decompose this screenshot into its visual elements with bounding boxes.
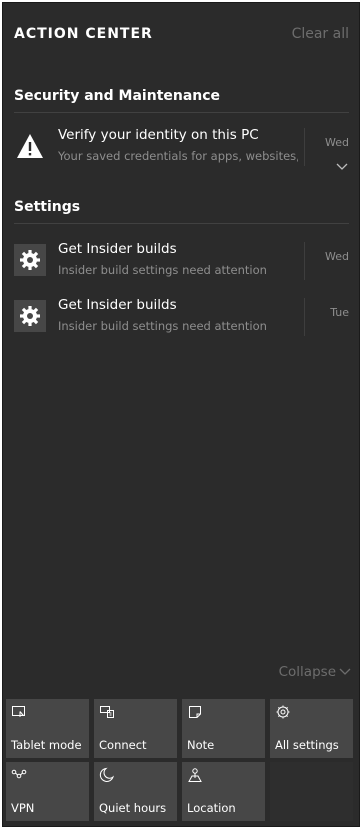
moon-icon (99, 767, 115, 783)
collapse-label: Collapse (278, 664, 336, 680)
warning-icon (14, 130, 46, 162)
tablet-mode-icon (11, 704, 27, 720)
tile-label: Quiet hours (99, 801, 167, 815)
action-center-panel: ACTION CENTER Clear all Security and Mai… (2, 2, 360, 827)
tile-label: VPN (11, 801, 35, 815)
notification-body: Your saved credentials for apps, website… (58, 149, 298, 163)
vpn-icon (11, 767, 27, 783)
connect-icon (99, 704, 115, 720)
notification-day: Wed (325, 250, 349, 263)
notification-title: Get Insider builds (58, 297, 177, 313)
notification-body: Insider build settings need attention (58, 319, 267, 333)
gear-icon (14, 300, 46, 332)
note-tile[interactable]: Note (182, 699, 265, 758)
chevron-down-icon (339, 668, 351, 675)
notification-day: Wed (325, 136, 349, 149)
notification-title: Verify your identity on this PC (58, 127, 259, 143)
location-tile[interactable]: Location (182, 762, 265, 821)
tile-label: Connect (99, 738, 147, 752)
action-center-title: ACTION CENTER (14, 26, 153, 42)
tile-label: Note (187, 738, 215, 752)
gear-icon (14, 244, 46, 276)
notification-insider-builds-wed[interactable]: Get Insider builds Insider build setting… (3, 238, 359, 290)
notification-separator (304, 242, 305, 280)
tile-label: Location (187, 801, 236, 815)
group-divider (14, 223, 349, 224)
all-settings-tile[interactable]: All settings (270, 699, 353, 758)
notification-separator (304, 128, 305, 166)
tile-label: Tablet mode (11, 738, 82, 752)
notification-body: Insider build settings need attention (58, 263, 267, 277)
notification-insider-builds-tue[interactable]: Get Insider builds Insider build setting… (3, 294, 359, 346)
empty-tile-slot (270, 762, 353, 821)
notification-verify-identity[interactable]: Verify your identity on this PC Your sav… (3, 124, 359, 176)
chevron-down-icon[interactable] (336, 156, 348, 170)
vpn-tile[interactable]: VPN (6, 762, 89, 821)
group-divider (14, 112, 349, 113)
location-icon (187, 767, 203, 783)
quiet-hours-tile[interactable]: Quiet hours (94, 762, 177, 821)
notification-day: Tue (330, 306, 349, 319)
connect-tile[interactable]: Connect (94, 699, 177, 758)
collapse-button[interactable]: Collapse (279, 664, 351, 680)
action-center-header: ACTION CENTER Clear all (3, 3, 359, 67)
tablet-mode-tile[interactable]: Tablet mode (6, 699, 89, 758)
settings-icon (275, 704, 291, 720)
notification-title: Get Insider builds (58, 241, 177, 257)
group-title-security-maintenance: Security and Maintenance (14, 88, 221, 104)
note-icon (187, 704, 203, 720)
group-title-settings: Settings (14, 199, 81, 215)
tile-label: All settings (275, 738, 339, 752)
clear-all-button[interactable]: Clear all (292, 26, 349, 42)
notification-separator (304, 298, 305, 336)
